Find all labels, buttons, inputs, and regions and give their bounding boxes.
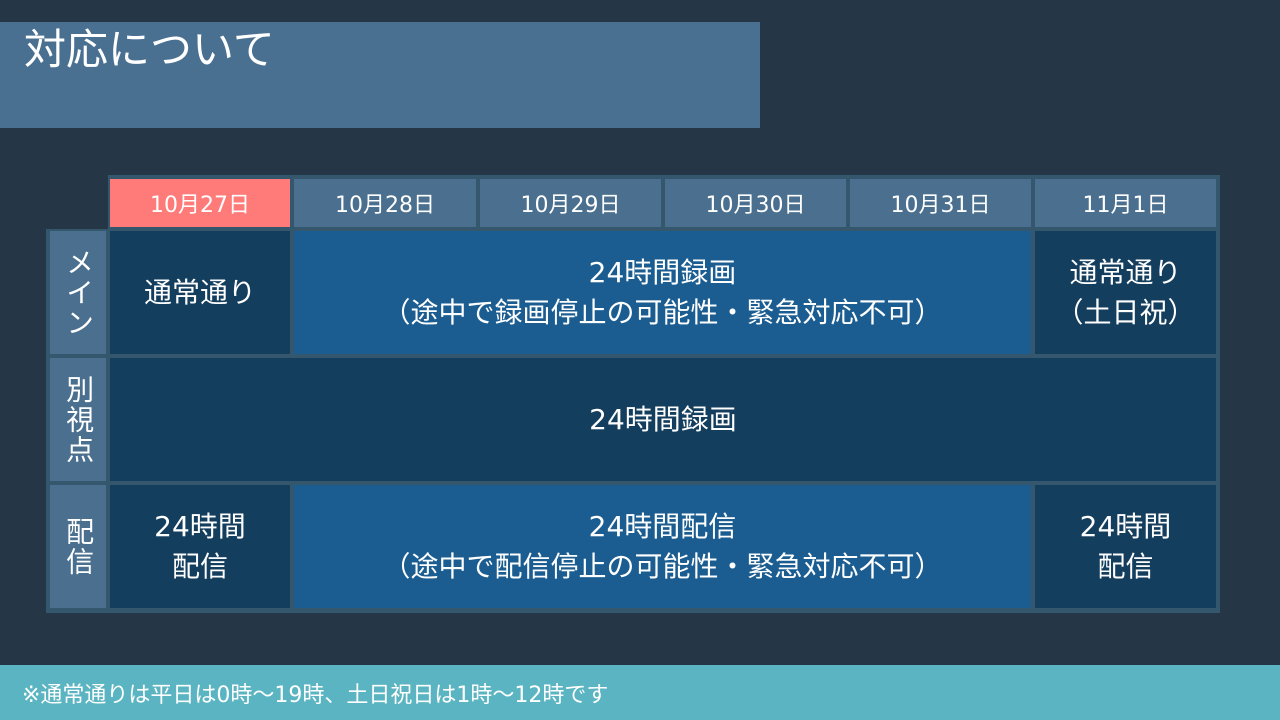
stream-first-line2: 配信 [171,549,228,583]
row-label-alt: 別視点 [50,358,106,481]
main-first-text: 通常通り [143,275,256,309]
stream-middle-cell: 24時間配信 （途中で配信停止の可能性・緊急対応不可） [294,485,1031,608]
footer-note: ※通常通りは平日は0時〜19時、土日祝日は1時〜12時です [22,682,609,708]
page-title: 対応について [24,25,275,74]
stream-last-cell: 24時間 配信 [1035,485,1216,608]
main-middle-line2: （途中で録画停止の可能性・緊急対応不可） [382,295,943,329]
date-header: 10月30日 [665,179,846,227]
row-label-stream: 配信 [50,485,106,608]
main-last-cell: 通常通り （土日祝） [1035,231,1216,354]
alt-all-cell: 24時間録画 [110,358,1216,481]
stream-first-line1: 24時間 [154,510,246,544]
alt-all-text: 24時間録画 [589,402,737,436]
stream-last-line2: 配信 [1097,549,1154,583]
footer-bar: ※通常通りは平日は0時〜19時、土日祝日は1時〜12時です [0,665,1280,720]
slide: 対応について 10月27日 10月28日 10月29日 10月30日 10月31… [0,0,1280,720]
date-header: 10月31日 [850,179,1031,227]
schedule-table: 10月27日 10月28日 10月29日 10月30日 10月31日 11月1日… [46,175,1220,613]
row-label-main: メイン [50,231,106,354]
table-corner [46,175,108,229]
main-first-cell: 通常通り [110,231,290,354]
main-middle-cell: 24時間録画 （途中で録画停止の可能性・緊急対応不可） [294,231,1031,354]
main-last-line1: 通常通り [1069,256,1182,290]
date-header-today: 10月27日 [110,179,290,227]
main-last-line2: （土日祝） [1055,295,1196,329]
stream-middle-line1: 24時間配信 [588,510,737,544]
stream-first-cell: 24時間 配信 [110,485,290,608]
date-header: 10月28日 [294,179,476,227]
date-header: 11月1日 [1035,179,1216,227]
stream-last-line1: 24時間 [1079,510,1172,544]
main-middle-line1: 24時間録画 [588,256,737,290]
stream-middle-line2: （途中で配信停止の可能性・緊急対応不可） [382,549,943,583]
date-header: 10月29日 [480,179,661,227]
